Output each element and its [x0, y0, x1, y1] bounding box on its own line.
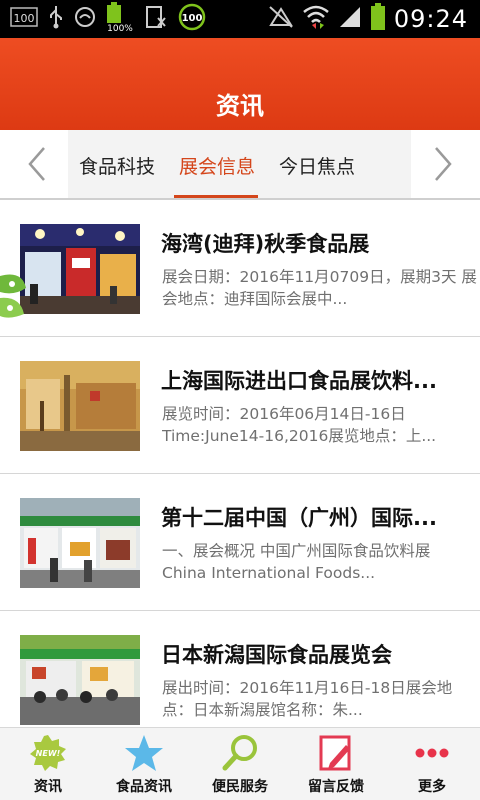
status-bar: 100 100% 100 09:24 [0, 0, 480, 38]
android-debug-icon [74, 6, 96, 32]
new-badge-icon: NEW! [28, 733, 68, 773]
usb-icon [48, 5, 64, 33]
scroll-left-arrow[interactable] [18, 144, 58, 184]
nav-label: 食品资讯 [116, 779, 172, 795]
news-item[interactable]: 日本新潟国际食品展览会 展出时间：2016年11月16日-18日展会地点：日本新… [0, 611, 480, 727]
news-title: 日本新潟国际食品展览会 [161, 643, 392, 667]
title-bar: 资讯 [0, 38, 480, 130]
tab-food-tech[interactable]: 食品科技 [79, 152, 155, 179]
star-icon [124, 733, 164, 773]
news-title: 第十二届中国（广州）国际... [161, 506, 437, 530]
news-item[interactable]: 海湾(迪拜)秋季食品展 展会日期：2016年11月0709日，展期3天 展会地点… [0, 200, 480, 337]
nav-label: 留言反馈 [308, 779, 364, 795]
nav-item-services[interactable]: 便民服务 [192, 728, 288, 800]
news-item[interactable]: 第十二届中国（广州）国际... 一、展会概况 中国广州国际食品饮料展 China… [0, 474, 480, 611]
wifi-icon [302, 4, 330, 34]
chevron-right-icon [435, 147, 452, 181]
nav-item-feedback[interactable]: 留言反馈 [288, 728, 384, 800]
news-summary: 展览时间：2016年06月14日-16日 Time:June14-16,2016… [162, 405, 437, 445]
battery-full-icon: 100% [106, 2, 134, 36]
clock: 09:24 [393, 5, 468, 33]
news-thumbnail [20, 498, 140, 588]
tab-exhibition-info[interactable]: 展会信息 [179, 152, 255, 179]
bottom-nav: NEW! 资讯 食品资讯 便民服务 留言反馈 更多 [0, 727, 480, 800]
svg-text:100%: 100% [107, 24, 133, 32]
news-summary: 展出时间：2016年11月16日-18日展会地点：日本新潟展馆名称：朱... [162, 679, 453, 719]
news-title: 海湾(迪拜)秋季食品展 [161, 232, 370, 256]
news-list: 海湾(迪拜)秋季食品展 展会日期：2016年11月0709日，展期3天 展会地点… [0, 200, 480, 727]
active-tab-indicator [174, 195, 258, 198]
signal-bars-icon [338, 5, 362, 33]
storage-100-icon: 100 [10, 7, 38, 31]
page-title: 资讯 [216, 92, 264, 120]
leaf-decoration-icon [0, 262, 30, 332]
news-thumbnail [20, 635, 140, 725]
nav-label: 便民服务 [212, 779, 268, 795]
news-summary: 一、展会概况 中国广州国际食品饮料展 China International F… [162, 542, 431, 582]
nav-label: 资讯 [34, 779, 62, 795]
svg-text:100: 100 [14, 12, 35, 25]
more-dots-icon [412, 733, 452, 773]
category-tab-bar: 食品科技 展会信息 今日焦点 [0, 130, 480, 200]
news-title: 上海国际进出口食品展饮料... [161, 369, 437, 393]
scroll-right-arrow[interactable] [422, 144, 462, 184]
screenshot-icon [144, 5, 168, 33]
nav-item-more[interactable]: 更多 [384, 728, 480, 800]
svg-text:NEW!: NEW! [36, 749, 61, 758]
magnifier-icon [220, 733, 260, 773]
battery-icon [370, 3, 386, 35]
news-item[interactable]: 上海国际进出口食品展饮料... 展览时间：2016年06月14日-16日 Tim… [0, 337, 480, 474]
news-summary: 展会日期：2016年11月0709日，展期3天 展会地点：迪拜国际会展中... [162, 268, 477, 308]
tab-today-focus[interactable]: 今日焦点 [279, 152, 355, 179]
news-thumbnail [20, 361, 140, 451]
chevron-left-icon [28, 147, 45, 181]
nav-item-food-news[interactable]: 食品资讯 [96, 728, 192, 800]
badge-100-icon: 100 [178, 3, 206, 35]
no-signal-icon [268, 5, 294, 33]
nav-item-news[interactable]: NEW! 资讯 [0, 728, 96, 800]
nav-label: 更多 [418, 779, 446, 795]
news-thumbnail [20, 224, 140, 314]
svg-text:100: 100 [182, 13, 203, 24]
edit-note-icon [316, 733, 356, 773]
